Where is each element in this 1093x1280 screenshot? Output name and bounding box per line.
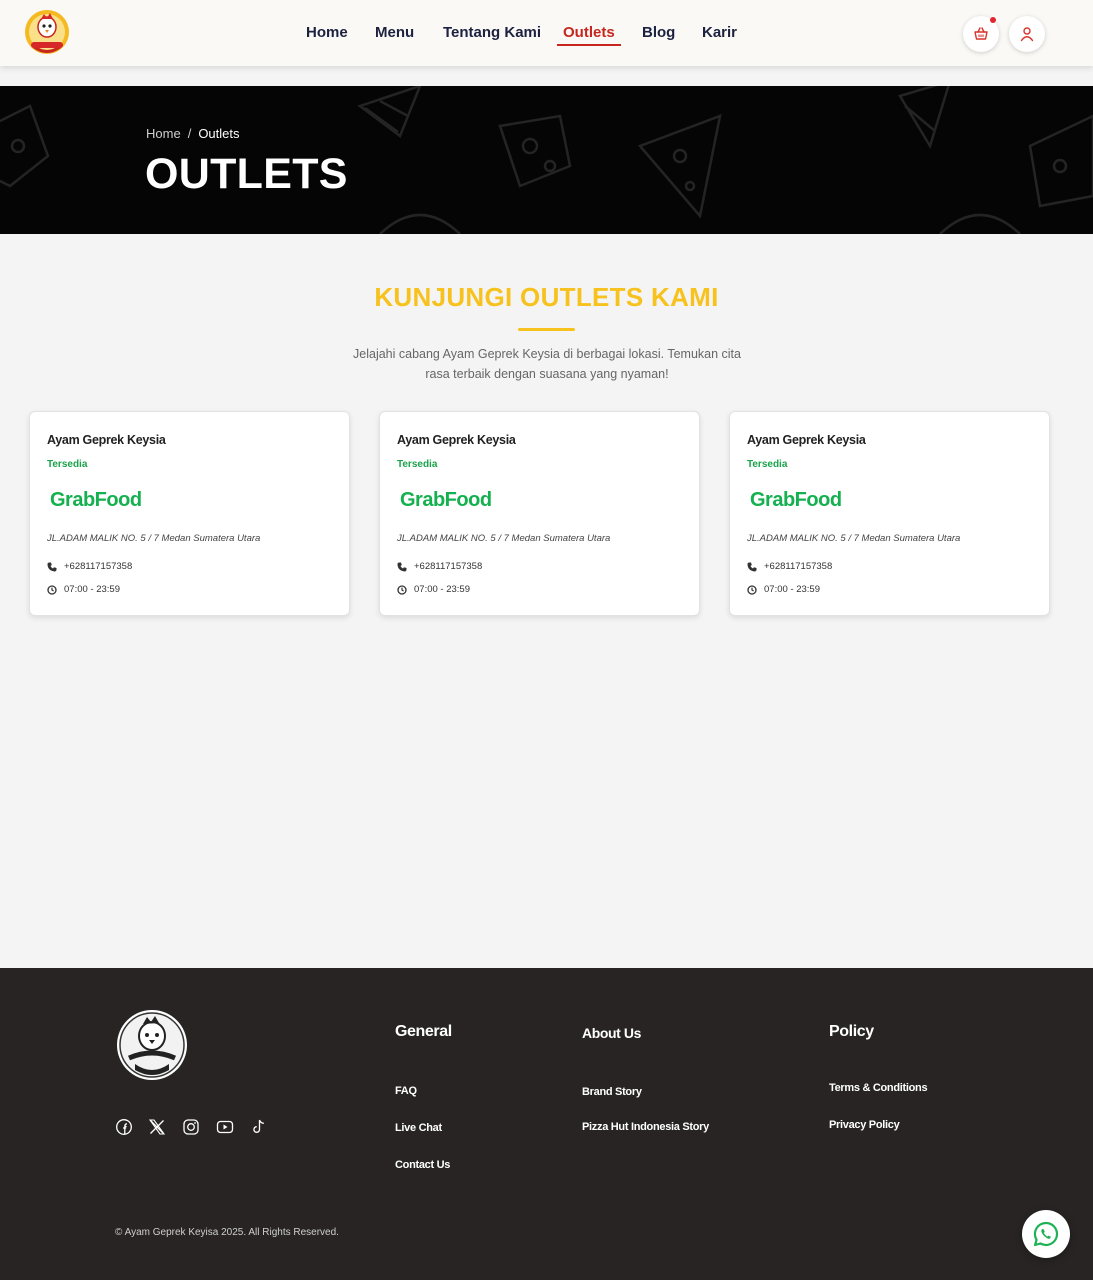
- outlet-hours: 07:00 - 23:59: [64, 584, 120, 595]
- grabfood-logo[interactable]: GrabFood: [750, 489, 842, 512]
- outlet-address: JL.ADAM MALIK NO. 5 / 7 Medan Sumatera U…: [747, 533, 961, 544]
- nav-tentang-kami[interactable]: Tentang Kami: [443, 24, 541, 41]
- outlet-phone-row: +628117157358: [47, 561, 132, 572]
- x-icon[interactable]: [148, 1118, 166, 1136]
- whatsapp-icon: [1033, 1221, 1059, 1247]
- section-description: Jelajahi cabang Ayam Geprek Keysia di be…: [353, 347, 741, 381]
- outlet-phone-row: +628117157358: [397, 561, 482, 572]
- nav-karir[interactable]: Karir: [702, 24, 737, 41]
- cart-badge: [990, 17, 996, 23]
- grabfood-logo[interactable]: GrabFood: [400, 489, 492, 512]
- outlet-hours-row: 07:00 - 23:59: [47, 584, 120, 595]
- outlet-phone-row: +628117157358: [747, 561, 832, 572]
- outlet-status: Tersedia: [747, 459, 788, 470]
- nav-menu[interactable]: Menu: [375, 24, 414, 41]
- outlet-status: Tersedia: [397, 459, 438, 470]
- footer-link-live-chat[interactable]: Live Chat: [395, 1122, 442, 1134]
- site-header: Home Menu Tentang Kami Outlets Blog Kari…: [0, 0, 1093, 66]
- footer-link-contact-us[interactable]: Contact Us: [395, 1159, 450, 1171]
- footer-link-pizza-hut-story[interactable]: Pizza Hut Indonesia Story: [582, 1121, 709, 1133]
- outlet-phone[interactable]: +628117157358: [414, 561, 482, 572]
- account-button[interactable]: [1009, 16, 1045, 52]
- nav-outlets[interactable]: Outlets: [557, 24, 621, 46]
- whatsapp-button[interactable]: [1022, 1210, 1070, 1258]
- breadcrumb-home[interactable]: Home: [146, 126, 181, 141]
- breadcrumb-current: Outlets: [198, 126, 240, 141]
- footer-logo[interactable]: [115, 1008, 189, 1082]
- footer-heading-policy: Policy: [829, 1023, 874, 1040]
- page-title: OUTLETS: [145, 150, 348, 198]
- clock-icon: [47, 584, 57, 595]
- outlet-card[interactable]: Ayam Geprek Keysia Tersedia GrabFood JL.…: [729, 411, 1050, 616]
- tiktok-icon[interactable]: [250, 1118, 268, 1136]
- section-title: KUNJUNGI OUTLETS KAMI: [374, 282, 719, 312]
- outlet-card[interactable]: Ayam Geprek Keysia Tersedia GrabFood JL.…: [29, 411, 350, 616]
- clock-icon: [397, 584, 407, 595]
- clock-icon: [747, 584, 757, 595]
- page-hero: Home / Outlets OUTLETS: [0, 86, 1093, 234]
- outlet-name: Ayam Geprek Keysia: [397, 433, 516, 447]
- outlet-hours: 07:00 - 23:59: [414, 584, 470, 595]
- footer-link-privacy[interactable]: Privacy Policy: [829, 1119, 900, 1131]
- footer-link-faq[interactable]: FAQ: [395, 1085, 417, 1097]
- outlet-hours-row: 07:00 - 23:59: [397, 584, 470, 595]
- phone-icon: [397, 562, 407, 571]
- outlet-status: Tersedia: [47, 459, 88, 470]
- facebook-icon[interactable]: [115, 1118, 133, 1136]
- breadcrumb: Home / Outlets: [146, 126, 240, 141]
- outlet-card[interactable]: Ayam Geprek Keysia Tersedia GrabFood JL.…: [379, 411, 700, 616]
- footer-heading-about-us: About Us: [582, 1025, 642, 1041]
- instagram-icon[interactable]: [182, 1118, 200, 1136]
- basket-icon: [974, 27, 988, 40]
- youtube-icon[interactable]: [216, 1118, 234, 1136]
- copyright-text: © Ayam Geprek Keyisa 2025. All Rights Re…: [115, 1227, 339, 1238]
- nav-home[interactable]: Home: [306, 24, 348, 41]
- footer-link-brand-story[interactable]: Brand Story: [582, 1086, 642, 1098]
- site-footer: General FAQ Live Chat Contact Us About U…: [0, 968, 1093, 1280]
- footer-heading-general: General: [395, 1023, 452, 1040]
- user-icon: [1020, 27, 1034, 42]
- main-nav: Home Menu Tentang Kami Outlets Blog Kari…: [0, 0, 1093, 66]
- outlet-hours: 07:00 - 23:59: [764, 584, 820, 595]
- grabfood-logo[interactable]: GrabFood: [50, 489, 142, 512]
- nav-blog[interactable]: Blog: [642, 24, 675, 41]
- cart-button[interactable]: [963, 16, 999, 52]
- phone-icon: [47, 562, 57, 571]
- phone-icon: [747, 562, 757, 571]
- outlet-name: Ayam Geprek Keysia: [747, 433, 866, 447]
- outlet-phone[interactable]: +628117157358: [764, 561, 832, 572]
- breadcrumb-separator: /: [187, 126, 192, 141]
- outlet-name: Ayam Geprek Keysia: [47, 433, 166, 447]
- outlet-address: JL.ADAM MALIK NO. 5 / 7 Medan Sumatera U…: [47, 533, 261, 544]
- section-divider: [518, 328, 575, 331]
- footer-link-terms[interactable]: Terms & Conditions: [829, 1082, 928, 1094]
- outlet-phone[interactable]: +628117157358: [64, 561, 132, 572]
- outlet-address: JL.ADAM MALIK NO. 5 / 7 Medan Sumatera U…: [397, 533, 611, 544]
- outlet-hours-row: 07:00 - 23:59: [747, 584, 820, 595]
